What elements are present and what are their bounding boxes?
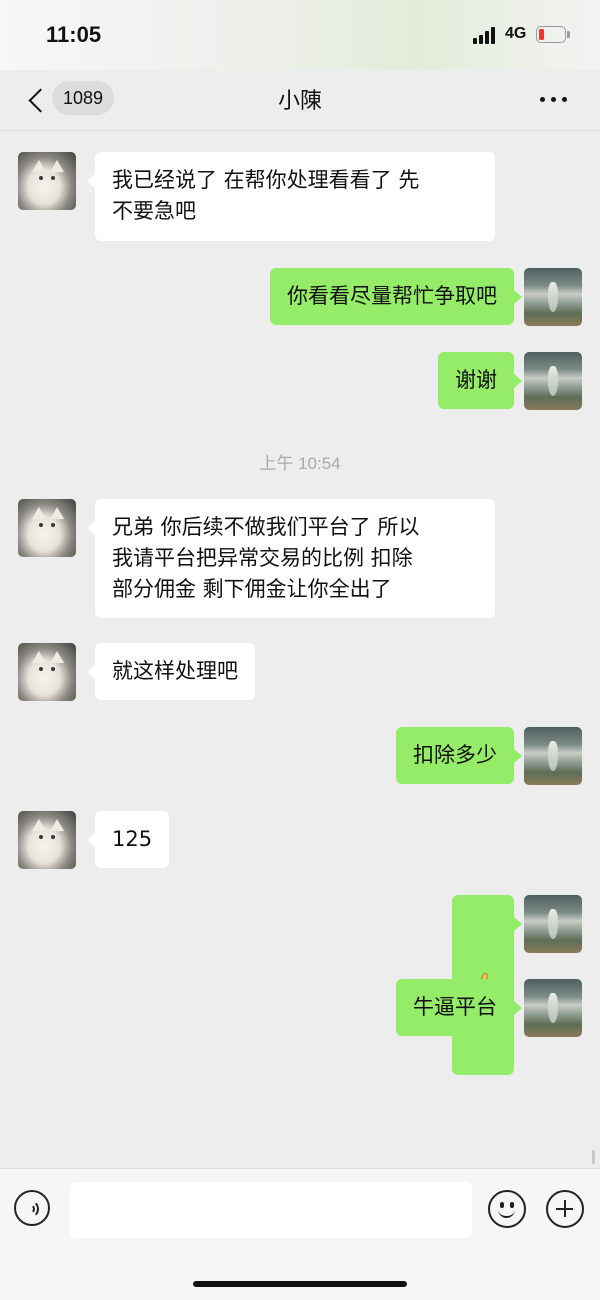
- status-time: 11:05: [46, 22, 102, 47]
- message-bubble-received[interactable]: 就这样处理吧: [87, 643, 255, 700]
- voice-icon[interactable]: [14, 1190, 50, 1226]
- contact-avatar[interactable]: [18, 152, 76, 210]
- self-avatar[interactable]: [524, 352, 582, 410]
- chat-header: 1089 小陳: [0, 70, 600, 131]
- message-bubble-sent[interactable]: 你看看尽量帮忙争取吧: [270, 268, 522, 325]
- self-avatar[interactable]: [524, 895, 582, 953]
- contact-avatar[interactable]: [18, 499, 76, 557]
- message-bubble-received[interactable]: 125: [86, 811, 170, 868]
- network-type: 4G: [505, 25, 527, 42]
- input-bar: [0, 1168, 600, 1300]
- signal-icon: [473, 27, 499, 44]
- message-timestamp: 上午 10:54: [259, 454, 341, 473]
- status-bar: 11:05 4G: [0, 0, 600, 70]
- contact-avatar[interactable]: [18, 811, 76, 869]
- self-avatar[interactable]: [524, 979, 582, 1037]
- emoji-icon[interactable]: [488, 1190, 526, 1228]
- message-bubble-sent[interactable]: 谢谢: [438, 352, 522, 409]
- plus-icon[interactable]: [546, 1190, 584, 1228]
- battery-icon: [536, 26, 570, 43]
- contact-avatar[interactable]: [18, 643, 76, 701]
- message-bubble-sent[interactable]: 牛逼平台: [396, 979, 522, 1036]
- scrollbar[interactable]: [592, 1150, 595, 1164]
- message-list[interactable]: 我已经说了 在帮你处理看看了 先 不要急吧 你看看尽量帮忙争取吧 谢谢 上午 1…: [0, 131, 600, 1168]
- message-input[interactable]: [70, 1182, 472, 1238]
- message-bubble-sent[interactable]: 扣除多少: [396, 727, 522, 784]
- self-avatar[interactable]: [524, 268, 582, 326]
- message-bubble-received[interactable]: 我已经说了 在帮你处理看看了 先 不要急吧: [87, 152, 495, 241]
- chat-title: 小陳: [277, 89, 322, 114]
- more-icon[interactable]: [534, 94, 574, 106]
- home-indicator: [193, 1281, 407, 1287]
- message-bubble-received[interactable]: 兄弟 你后续不做我们平台了 所以 我请平台把异常交易的比例 扣除 部分佣金 剩下…: [87, 499, 495, 618]
- self-avatar[interactable]: [524, 727, 582, 785]
